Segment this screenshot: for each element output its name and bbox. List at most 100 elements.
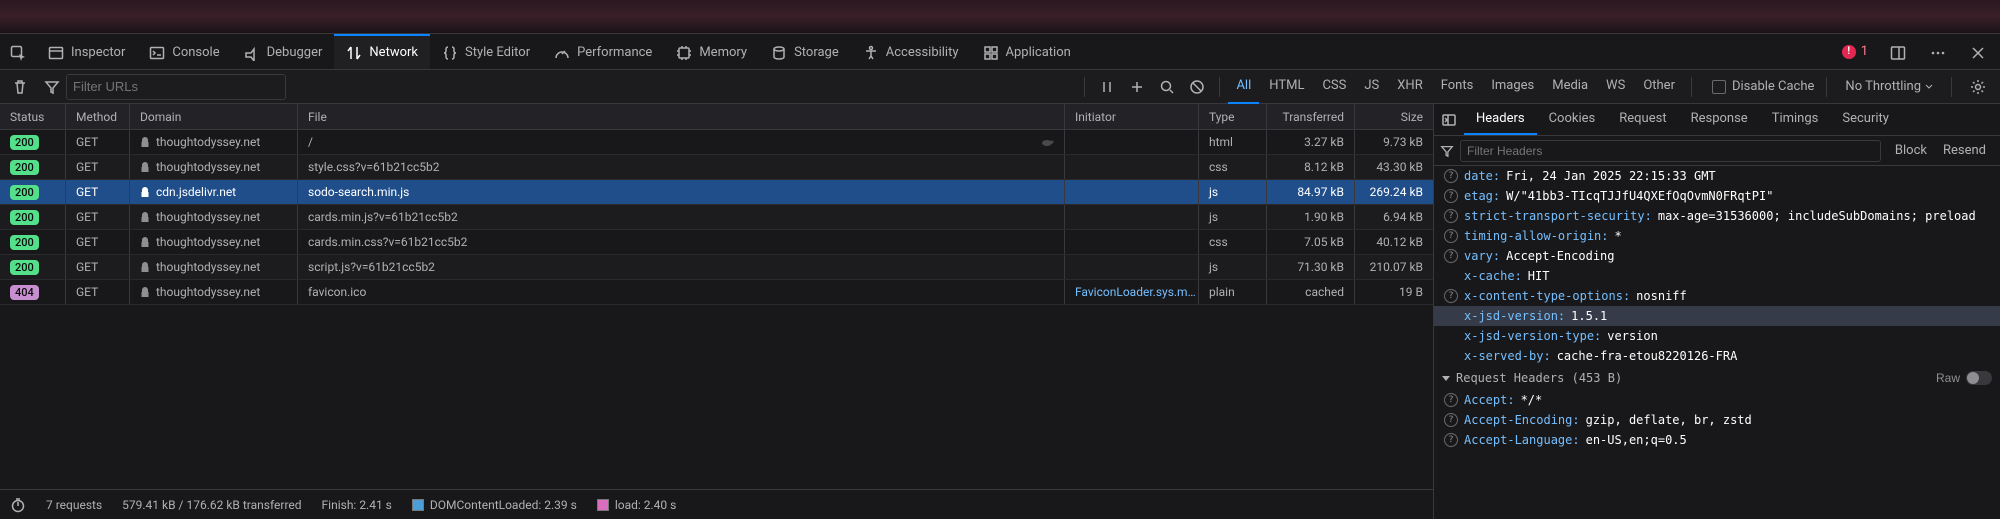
raw-toggle[interactable]: Raw [1936, 371, 1992, 385]
col-size[interactable]: Size [1355, 104, 1433, 129]
tab-console[interactable]: Console [137, 34, 231, 69]
tab-accessibility[interactable]: Accessibility [851, 34, 971, 69]
help-icon[interactable]: ? [1444, 413, 1458, 427]
close-devtools-button[interactable] [1960, 34, 1996, 69]
table-row[interactable]: 200GETcdn.jsdelivr.netsodo-search.min.js… [0, 180, 1433, 205]
search-button[interactable] [1153, 73, 1181, 101]
filter-all[interactable]: All [1228, 70, 1259, 104]
help-icon[interactable]: ? [1444, 433, 1458, 447]
header-row[interactable]: x-cache: HIT [1434, 266, 2000, 286]
table-row[interactable]: 200GETthoughtodyssey.netcards.min.css?v=… [0, 230, 1433, 255]
request-table-header: Status Method Domain File Initiator Type… [0, 104, 1433, 130]
header-row[interactable]: ?Accept-Language: en-US,en;q=0.5 [1434, 430, 2000, 450]
filter-ws[interactable]: WS [1598, 70, 1633, 104]
settings-gear-button[interactable] [1964, 73, 1992, 101]
tab-performance[interactable]: Performance [542, 34, 664, 69]
filter-js[interactable]: JS [1356, 70, 1387, 104]
col-status[interactable]: Status [0, 104, 66, 129]
help-icon[interactable]: ? [1444, 229, 1458, 243]
headers-filter-row: Block Resend [1434, 136, 2000, 166]
header-row[interactable]: x-served-by: cache-fra-etou8220126-FRA [1434, 346, 2000, 366]
tab-storage[interactable]: Storage [759, 34, 851, 69]
throttling-label: No Throttling [1845, 79, 1921, 94]
filter-fonts[interactable]: Fonts [1433, 70, 1482, 104]
tab-timings[interactable]: Timings [1760, 104, 1831, 135]
filter-html[interactable]: HTML [1261, 70, 1312, 104]
resend-button[interactable]: Resend [1935, 143, 1994, 158]
table-row[interactable]: 200GETthoughtodyssey.netstyle.css?v=61b2… [0, 155, 1433, 180]
col-file[interactable]: File [298, 104, 1065, 129]
filter-xhr[interactable]: XHR [1389, 70, 1430, 104]
status-badge: 200 [10, 210, 39, 225]
tab-memory[interactable]: Memory [664, 34, 759, 69]
help-icon[interactable]: ? [1444, 393, 1458, 407]
header-row[interactable]: ?etag: W/"41bb3-TIcqTJJfU4QXEfOqOvmN0FRq… [1434, 186, 2000, 206]
tab-inspector[interactable]: Inspector [36, 34, 137, 69]
divider [1951, 77, 1952, 97]
divider [1691, 77, 1692, 97]
filter-other[interactable]: Other [1635, 70, 1683, 104]
window-chrome-band [0, 0, 2000, 34]
tab-application[interactable]: Application [971, 34, 1083, 69]
block-button[interactable]: Block [1887, 143, 1935, 158]
col-domain[interactable]: Domain [130, 104, 298, 129]
help-icon[interactable]: ? [1444, 249, 1458, 263]
filter-css[interactable]: CSS [1314, 70, 1354, 104]
header-row[interactable]: ?timing-allow-origin: * [1434, 226, 2000, 246]
pick-element-button[interactable] [0, 34, 36, 69]
request-headers-section[interactable]: Request Headers (453 B)Raw [1434, 366, 2000, 390]
help-icon[interactable]: ? [1444, 189, 1458, 203]
tab-cookies[interactable]: Cookies [1537, 104, 1608, 135]
filter-headers-input[interactable] [1460, 140, 1881, 162]
table-row[interactable]: 404GETthoughtodyssey.netfavicon.icoFavic… [0, 280, 1433, 305]
help-icon[interactable]: ? [1444, 289, 1458, 303]
clear-button[interactable] [6, 73, 34, 101]
tab-request[interactable]: Request [1607, 104, 1678, 135]
cell-type: css [1199, 155, 1267, 179]
col-initiator[interactable]: Initiator [1065, 104, 1199, 129]
header-value: HIT [1528, 269, 1550, 283]
cell-initiator [1065, 155, 1199, 179]
header-row[interactable]: x-jsd-version-type: version [1434, 326, 2000, 346]
help-icon[interactable]: ? [1444, 209, 1458, 223]
tab-response[interactable]: Response [1679, 104, 1760, 135]
headers-list: ?date: Fri, 24 Jan 2025 22:15:33 GMT?eta… [1434, 166, 2000, 519]
col-method[interactable]: Method [66, 104, 130, 129]
header-row[interactable]: ?Accept-Encoding: gzip, deflate, br, zst… [1434, 410, 2000, 430]
block-button[interactable] [1183, 73, 1211, 101]
disable-cache-label[interactable]: Disable Cache [1732, 79, 1814, 94]
status-badge: 200 [10, 235, 39, 250]
header-row[interactable]: ?vary: Accept-Encoding [1434, 246, 2000, 266]
tab-security[interactable]: Security [1830, 104, 1901, 135]
header-row[interactable]: ?Accept: */* [1434, 390, 2000, 410]
col-transferred[interactable]: Transferred [1267, 104, 1355, 129]
toggle-sidebar-button[interactable] [1434, 104, 1464, 135]
table-row[interactable]: 200GETthoughtodyssey.net/html3.27 kB9.73… [0, 130, 1433, 155]
table-row[interactable]: 200GETthoughtodyssey.netcards.min.js?v=6… [0, 205, 1433, 230]
tab-headers[interactable]: Headers [1464, 104, 1537, 135]
disable-cache-checkbox[interactable] [1712, 80, 1726, 94]
header-row[interactable]: x-jsd-version: 1.5.1 [1434, 306, 2000, 326]
tab-network[interactable]: Network [334, 34, 430, 69]
filter-images[interactable]: Images [1483, 70, 1542, 104]
table-row[interactable]: 200GETthoughtodyssey.netscript.js?v=61b2… [0, 255, 1433, 280]
filter-media[interactable]: Media [1544, 70, 1596, 104]
filter-icon [44, 79, 60, 95]
error-count-badge[interactable]: ! 1 [1834, 44, 1876, 59]
tab-debugger[interactable]: Debugger [232, 34, 335, 69]
cell-size: 6.94 kB [1355, 205, 1433, 229]
header-value: */* [1521, 393, 1543, 407]
pause-button[interactable] [1093, 73, 1121, 101]
cell-type: js [1199, 180, 1267, 204]
filter-urls-input[interactable] [66, 74, 286, 100]
dock-side-button[interactable] [1880, 34, 1916, 69]
add-button[interactable] [1123, 73, 1151, 101]
throttling-dropdown[interactable]: No Throttling [1839, 79, 1939, 94]
tab-style-editor[interactable]: Style Editor [430, 34, 542, 69]
col-type[interactable]: Type [1199, 104, 1267, 129]
more-options-button[interactable] [1920, 34, 1956, 69]
header-row[interactable]: ?date: Fri, 24 Jan 2025 22:15:33 GMT [1434, 166, 2000, 186]
header-row[interactable]: ?strict-transport-security: max-age=3153… [1434, 206, 2000, 226]
help-icon[interactable]: ? [1444, 169, 1458, 183]
header-row[interactable]: ?x-content-type-options: nosniff [1434, 286, 2000, 306]
